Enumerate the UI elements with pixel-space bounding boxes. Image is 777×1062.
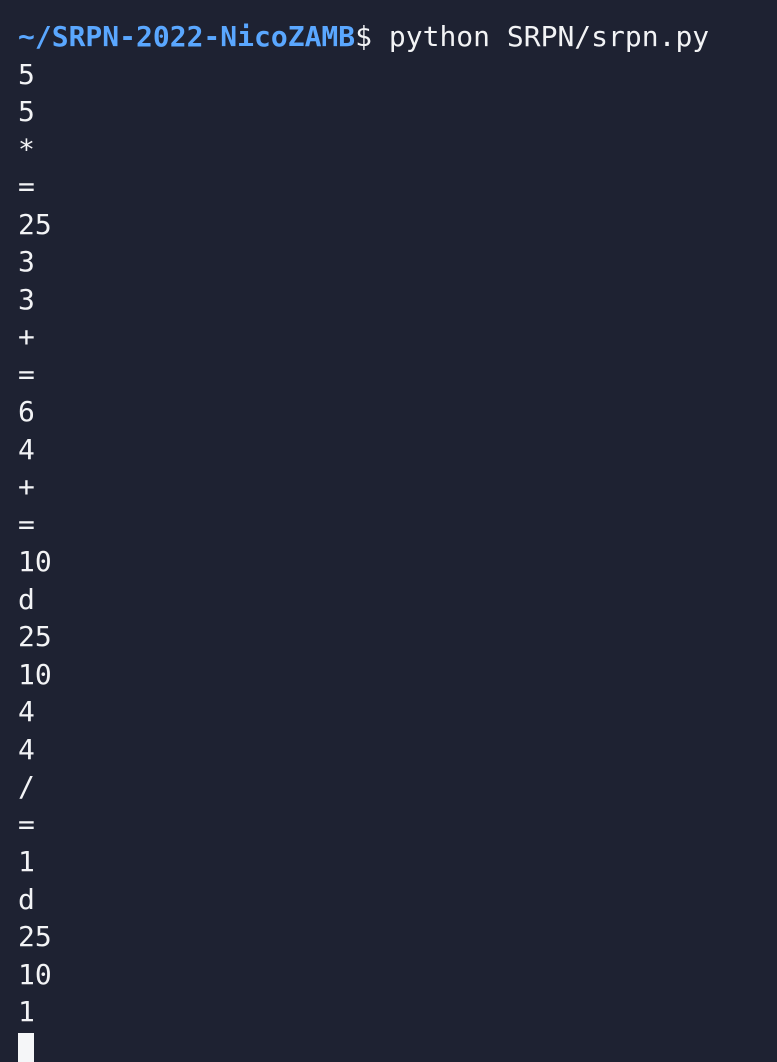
output-line: =: [18, 807, 35, 841]
output-line: 4: [18, 432, 35, 466]
output-line: 4: [18, 695, 35, 728]
output-line: +: [18, 320, 35, 353]
output-line: 25: [18, 920, 52, 953]
output-line: 1: [18, 845, 35, 878]
output-line: 3: [18, 245, 35, 278]
output-line: 10: [18, 957, 52, 991]
output-line: 10: [18, 545, 52, 578]
output-line: /: [18, 770, 35, 803]
output-line: 25: [18, 620, 52, 653]
prompt-symbol: $: [355, 20, 373, 53]
output-line: d: [18, 582, 35, 616]
prompt-path: ~/SRPN-2022-NicoZAMB: [18, 20, 356, 53]
output-line: 6: [18, 395, 35, 428]
output-line: 5: [18, 57, 35, 91]
output-line: 5: [18, 95, 35, 128]
output-line: =: [18, 507, 35, 541]
command-text: python SRPN/srpn.py: [372, 20, 710, 53]
output-line: 4: [18, 732, 35, 766]
output-line: 3: [18, 282, 35, 316]
output-line: =: [18, 170, 35, 203]
text-cursor[interactable]: [18, 1032, 34, 1062]
output-line: d: [18, 882, 35, 916]
prompt-line: ~/SRPN-2022-NicoZAMB$ python SRPN/srpn.p…: [18, 18, 777, 56]
output-line: +: [18, 470, 35, 503]
output-line: 25: [18, 207, 52, 241]
output-line: 1: [18, 995, 35, 1028]
output-line: *: [18, 132, 35, 166]
output-line: =: [18, 357, 35, 391]
terminal-window[interactable]: ~/SRPN-2022-NicoZAMB$ python SRPN/srpn.p…: [0, 0, 777, 1062]
output-line: 10: [18, 657, 52, 691]
